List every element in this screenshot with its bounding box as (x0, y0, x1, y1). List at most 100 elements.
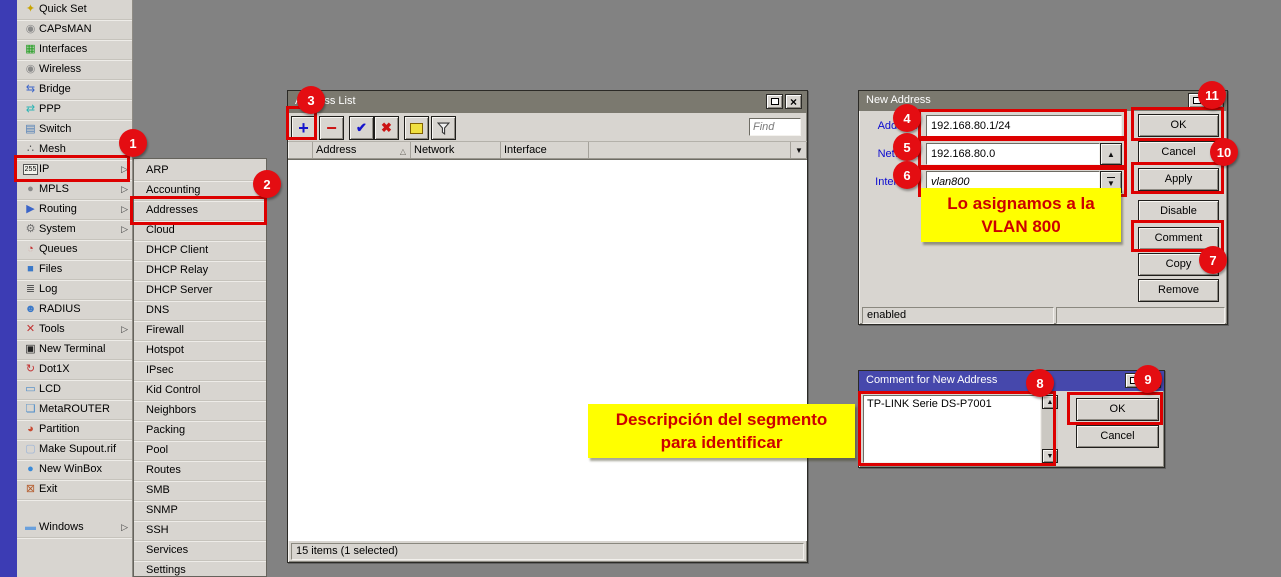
address-list-column-headers: Address△ Network Interface (288, 141, 807, 159)
cancel-button[interactable]: Cancel (1138, 141, 1219, 164)
enable-button[interactable] (349, 116, 374, 140)
mesh-icon: ∴ (22, 140, 39, 159)
sidebar-item-new-terminal[interactable]: ▣New Terminal (17, 340, 132, 360)
submenu-item-dhcp-client[interactable]: DHCP Client (134, 241, 266, 261)
sidebar-spacer (17, 500, 132, 518)
sidebar-item-interfaces[interactable]: ▦Interfaces (17, 40, 132, 60)
sidebar-item-capsman[interactable]: ◉CAPsMAN (17, 20, 132, 40)
annotation-badge-9: 9 (1134, 365, 1162, 393)
scroll-down-icon[interactable] (1042, 449, 1058, 463)
submenu-item-routes[interactable]: Routes (134, 461, 266, 481)
submenu-item-dns[interactable]: DNS (134, 301, 266, 321)
annotation-badge-10: 10 (1210, 138, 1238, 166)
annotation-badge-8: 8 (1026, 369, 1054, 397)
files-icon: ■ (22, 260, 39, 279)
ok-button[interactable]: OK (1138, 114, 1219, 137)
submenu-item-ipsec[interactable]: IPsec (134, 361, 266, 381)
disable-button[interactable] (374, 116, 399, 140)
sidebar-item-bridge[interactable]: ⇆Bridge (17, 80, 132, 100)
network-input[interactable]: 192.168.80.0 (926, 143, 1100, 165)
disable-button[interactable]: Disable (1138, 200, 1219, 223)
sidebar-item-routing[interactable]: ▶Routing▷ (17, 200, 132, 220)
sidebar-item-metarouter[interactable]: ❏MetaROUTER (17, 400, 132, 420)
comment-dialog-titlebar[interactable]: Comment for New Address (859, 371, 1164, 391)
routing-icon: ▶ (22, 200, 39, 219)
address-list-rows[interactable] (288, 159, 807, 541)
annotation-badge-2: 2 (253, 170, 281, 198)
ok-button[interactable]: OK (1076, 398, 1159, 421)
annotation-badge-3: 3 (297, 86, 325, 114)
column-interface[interactable]: Interface (501, 142, 589, 158)
lcd-icon: ▭ (22, 380, 39, 399)
address-list-toolbar (288, 113, 807, 141)
sidebar-item-log[interactable]: ≣Log (17, 280, 132, 300)
supout-icon: ▢ (22, 440, 39, 459)
wireless-icon: ◉ (22, 60, 39, 79)
submenu-item-ssh[interactable]: SSH (134, 521, 266, 541)
submenu-item-snmp[interactable]: SNMP (134, 501, 266, 521)
submenu-item-arp[interactable]: ARP (134, 161, 266, 181)
submenu-item-accounting[interactable]: Accounting (134, 181, 266, 201)
add-button[interactable] (291, 116, 316, 140)
submenu-item-smb[interactable]: SMB (134, 481, 266, 501)
sidebar-item-windows[interactable]: ▬Windows▷ (17, 518, 132, 538)
close-button[interactable] (785, 94, 802, 109)
sidebar-item-partition[interactable]: ◕Partition (17, 420, 132, 440)
sidebar-item-files[interactable]: ■Files (17, 260, 132, 280)
comment-textarea[interactable]: TP-LINK Serie DS-P7001 (863, 395, 1041, 463)
sidebar-item-make-supout[interactable]: ▢Make Supout.rif (17, 440, 132, 460)
sidebar-item-wireless[interactable]: ◉Wireless (17, 60, 132, 80)
column-network[interactable]: Network (411, 142, 501, 158)
column-filler (589, 142, 790, 158)
sidebar-item-switch[interactable]: ▤Switch (17, 120, 132, 140)
sidebar-item-mesh[interactable]: ∴Mesh (17, 140, 132, 160)
sidebar-item-exit[interactable]: ⊠Exit (17, 480, 132, 500)
comment-scrollbar[interactable] (1042, 395, 1058, 463)
submenu-item-dhcp-relay[interactable]: DHCP Relay (134, 261, 266, 281)
submenu-arrow-icon: ▷ (121, 518, 128, 537)
windows-icon: ▬ (22, 518, 39, 537)
submenu-item-kid-control[interactable]: Kid Control (134, 381, 266, 401)
comment-tool-button[interactable] (404, 116, 429, 140)
sidebar-item-new-winbox[interactable]: ●New WinBox (17, 460, 132, 480)
sidebar-item-mpls[interactable]: ●MPLS▷ (17, 180, 132, 200)
sidebar-item-radius[interactable]: ☻RADIUS (17, 300, 132, 320)
submenu-item-firewall[interactable]: Firewall (134, 321, 266, 341)
interfaces-icon: ▦ (22, 40, 39, 59)
funnel-icon (437, 122, 450, 135)
sidebar-item-dot1x[interactable]: ↻Dot1X (17, 360, 132, 380)
sidebar-item-quick-set[interactable]: ✦Quick Set (17, 0, 132, 20)
remove-button[interactable]: Remove (1138, 279, 1219, 302)
address-list-titlebar[interactable]: Address List (288, 91, 807, 113)
scroll-up-icon[interactable] (1042, 395, 1058, 409)
submenu-item-addresses[interactable]: Addresses (134, 201, 266, 221)
submenu-item-settings[interactable]: Settings (134, 561, 266, 577)
submenu-item-services[interactable]: Services (134, 541, 266, 561)
address-list-window: Address List Address△ Network Interface … (287, 90, 808, 563)
maximize-button[interactable] (766, 94, 783, 109)
filter-button[interactable] (431, 116, 456, 140)
sidebar-item-ip[interactable]: 255IP▷ (17, 160, 132, 180)
cancel-button[interactable]: Cancel (1076, 425, 1159, 448)
sidebar-item-tools[interactable]: ✕Tools▷ (17, 320, 132, 340)
sidebar-item-system[interactable]: ⚙System▷ (17, 220, 132, 240)
submenu-item-cloud[interactable]: Cloud (134, 221, 266, 241)
submenu-item-dhcp-server[interactable]: DHCP Server (134, 281, 266, 301)
submenu-item-neighbors[interactable]: Neighbors (134, 401, 266, 421)
submenu-item-pool[interactable]: Pool (134, 441, 266, 461)
log-icon: ≣ (22, 280, 39, 299)
submenu-item-packing[interactable]: Packing (134, 421, 266, 441)
apply-button[interactable]: Apply (1138, 168, 1219, 191)
remove-button[interactable] (319, 116, 344, 140)
find-input[interactable] (749, 118, 801, 136)
sidebar-item-lcd[interactable]: ▭LCD (17, 380, 132, 400)
sidebar-item-queues[interactable]: ◔Queues (17, 240, 132, 260)
column-select-dropdown[interactable] (790, 142, 807, 158)
address-input[interactable]: 192.168.80.1/24 (926, 115, 1122, 137)
sidebar-item-ppp[interactable]: ⇄PPP (17, 100, 132, 120)
network-collapse-button[interactable] (1100, 143, 1122, 165)
column-flags[interactable] (288, 142, 313, 158)
exit-icon: ⊠ (22, 480, 39, 499)
column-address[interactable]: Address△ (313, 142, 411, 158)
submenu-item-hotspot[interactable]: Hotspot (134, 341, 266, 361)
